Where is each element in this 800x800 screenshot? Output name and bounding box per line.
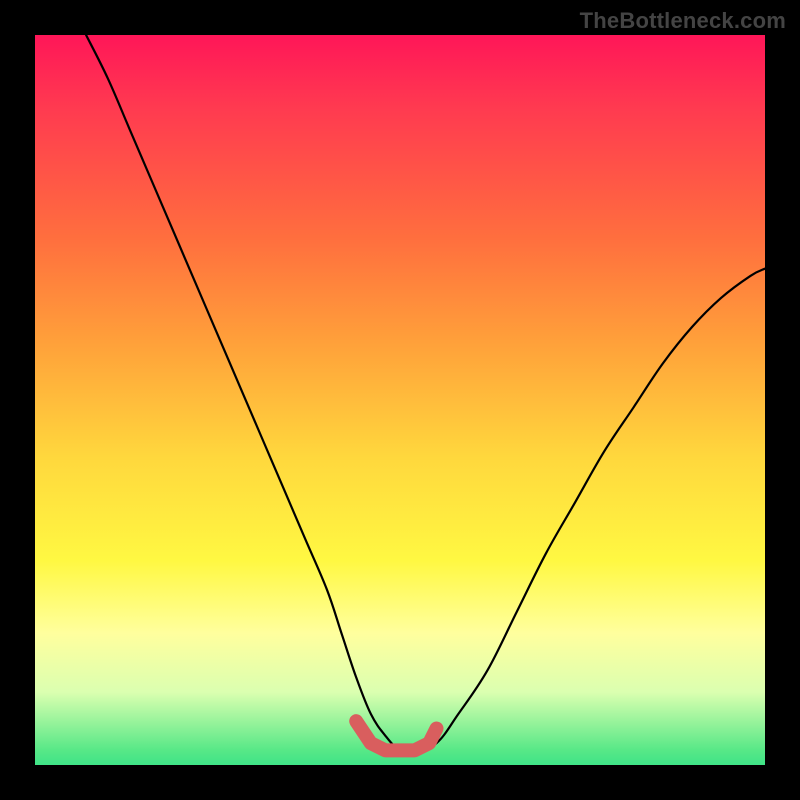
- chart-frame: TheBottleneck.com: [0, 0, 800, 800]
- bottleneck-curve: [86, 35, 765, 752]
- optimal-marker: [356, 721, 436, 750]
- plot-area: [35, 35, 765, 765]
- curve-svg: [35, 35, 765, 765]
- attribution-text: TheBottleneck.com: [580, 8, 786, 34]
